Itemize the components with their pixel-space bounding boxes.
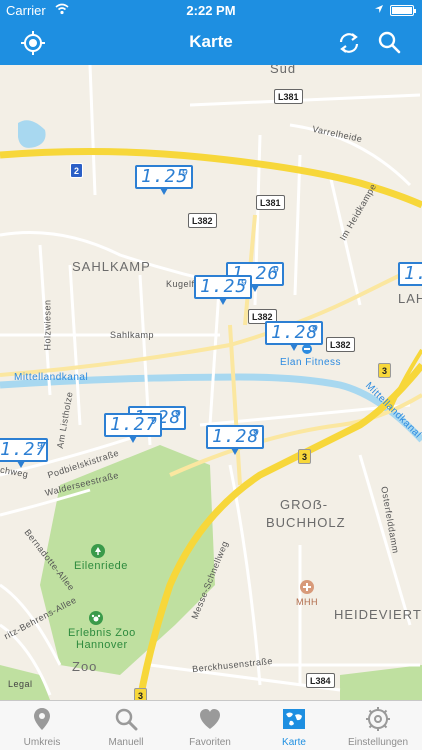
tab-manuell[interactable]: Manuell: [84, 701, 168, 750]
pin-pointer: [231, 448, 239, 455]
area-gross: GROẞ-: [280, 497, 329, 512]
street-holzwiesen: Holzwiesen: [42, 299, 53, 351]
fitness-icon: [302, 344, 312, 354]
price-pin[interactable]: 1.28 9: [265, 321, 323, 351]
location-arrow-icon: [375, 5, 383, 13]
area-sud: Süd: [270, 65, 297, 76]
tab-label: Karte: [282, 737, 306, 748]
road-shield-l381: L381: [274, 89, 303, 104]
tab-label: Manuell: [108, 737, 144, 748]
status-bar: Carrier 2:22 PM: [0, 0, 422, 20]
poi-zoo-line1[interactable]: Erlebnis Zoo: [68, 627, 136, 639]
gear-icon: [366, 707, 390, 731]
price-fraction: 9: [150, 416, 157, 427]
area-zoo: Zoo: [72, 659, 98, 674]
price-pin[interactable]: 1.27 9: [0, 438, 48, 468]
area-sahlkamp: SAHLKAMP: [72, 259, 151, 274]
road-shield-l381-b: L381: [256, 195, 285, 210]
map-view[interactable]: Süd SAHLKAMP LAH GROẞ- BUCHHOLZ HEIDEVIE…: [0, 65, 422, 700]
tab-umkreis[interactable]: Umkreis: [0, 701, 84, 750]
pin-pointer: [129, 436, 137, 443]
hospital-icon: [300, 580, 314, 594]
price-fraction: 9: [240, 278, 247, 289]
street-kugelfang: Kugelf: [166, 279, 195, 289]
status-time: 2:22 PM: [186, 3, 236, 18]
poi-mhh[interactable]: MHH: [296, 597, 318, 607]
zoo-icon: [89, 611, 103, 625]
tab-favoriten[interactable]: Favoriten: [168, 701, 252, 750]
pin-pointer: [219, 298, 227, 305]
poi-eilenriede[interactable]: Eilenriede: [74, 560, 128, 572]
tab-karte[interactable]: Karte: [252, 701, 336, 750]
canal-label: Mittellandkanal: [14, 372, 89, 383]
nav-bar: Karte: [0, 20, 422, 65]
price-pin[interactable]: 1.28 9: [206, 425, 264, 455]
tab-bar: Umkreis Manuell Favoriten Karte Einstell…: [0, 700, 422, 750]
search-icon: [115, 708, 138, 731]
road-shield-l382-c: L382: [326, 337, 355, 352]
refresh-button[interactable]: [334, 28, 364, 58]
price-pin[interactable]: 1.: [398, 262, 422, 286]
pin-pointer: [290, 344, 298, 351]
price-fraction: 9: [174, 409, 181, 420]
pin-pointer: [17, 461, 25, 468]
price-pin[interactable]: 1.25 9: [194, 275, 252, 305]
price-value: 1.: [404, 263, 422, 284]
price-fraction: 9: [181, 168, 188, 179]
price-pin[interactable]: 1.25 9: [135, 165, 193, 195]
price-fraction: 9: [311, 324, 318, 335]
pin-pointer: [251, 285, 259, 292]
price-fraction: 9: [272, 265, 279, 276]
road-shield-2: 2: [70, 163, 84, 178]
tree-icon: [91, 544, 105, 558]
price-fraction: 9: [252, 428, 259, 439]
road-shield-l382: L382: [188, 213, 217, 228]
price-pin[interactable]: 1.27 9: [104, 413, 162, 443]
area-lah: LAH: [398, 291, 422, 306]
tab-einstellungen[interactable]: Einstellungen: [336, 701, 420, 750]
road-shield-l384: L384: [306, 673, 335, 688]
poi-zoo-line2[interactable]: Hannover: [76, 639, 128, 651]
road-shield-3-c: 3: [134, 688, 148, 700]
heart-icon: [200, 709, 220, 729]
street-sahlkamp: Sahlkamp: [110, 330, 155, 340]
tab-label: Umkreis: [23, 737, 61, 748]
tab-label: Favoriten: [189, 737, 231, 748]
area-buchholz: BUCHHOLZ: [266, 515, 346, 530]
map-icon: [283, 709, 305, 729]
road-shield-3: 3: [378, 363, 392, 378]
road-shield-3-b: 3: [298, 449, 312, 464]
area-heideviertel: HEIDEVIERTEL: [334, 607, 422, 622]
tab-label: Einstellungen: [347, 737, 409, 748]
poi-elan-fitness[interactable]: Elan Fitness: [280, 357, 341, 368]
pin-pointer: [160, 188, 168, 195]
battery-icon: [390, 5, 416, 16]
price-fraction: 9: [36, 441, 43, 452]
legal-link[interactable]: Legal: [8, 679, 33, 689]
location-pin-icon: [34, 708, 50, 730]
search-button[interactable]: [374, 28, 404, 58]
